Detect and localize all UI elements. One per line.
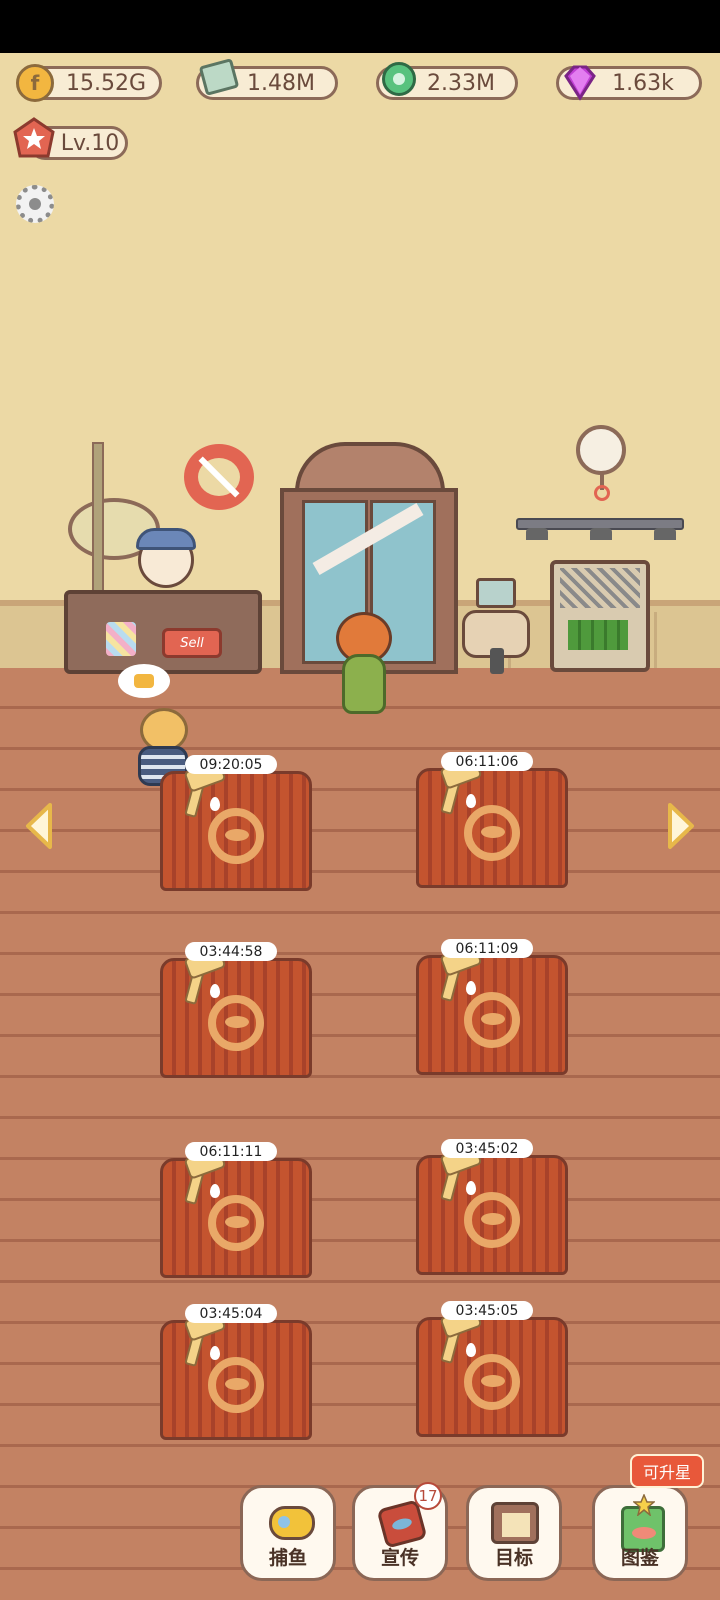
- fishing-button[interactable]: 捕鱼: [240, 1485, 336, 1581]
- stall-cloth: [416, 1317, 568, 1437]
- stall-timer: 06:11:09: [441, 939, 533, 958]
- stall-cloth: [416, 1155, 568, 1275]
- settings-gear-icon[interactable]: [16, 185, 54, 223]
- auction-stall-4[interactable]: 06:11:09: [408, 939, 578, 1089]
- fish-emblem-icon: [225, 1378, 249, 1390]
- auction-stall-7[interactable]: 03:45:04: [152, 1304, 322, 1454]
- fish-emblem-icon: [481, 1013, 505, 1025]
- stall-timer: 06:11:11: [185, 1142, 277, 1161]
- stall-timer: 09:20:05: [185, 755, 277, 774]
- stall-cloth: [416, 768, 568, 888]
- arrow-left-icon[interactable]: [24, 802, 54, 850]
- diamond-value: 1.63k: [612, 70, 674, 96]
- green-gem-value: 2.33M: [427, 70, 495, 96]
- fish-emblem-icon: [481, 1213, 505, 1225]
- stall-timer: 03:45:04: [185, 1304, 277, 1323]
- auction-stall-3[interactable]: 03:44:58: [152, 942, 322, 1092]
- goals-label: 目标: [494, 1547, 533, 1569]
- stall-timer: 03:44:58: [185, 942, 277, 961]
- sell-sign: Sell: [162, 628, 222, 658]
- encyclopedia-button[interactable]: 图鉴: [592, 1485, 688, 1581]
- stall-timer: 03:45:02: [441, 1139, 533, 1158]
- diamond-icon: [564, 65, 596, 101]
- auction-stall-2[interactable]: 06:11:06: [408, 752, 578, 902]
- arrow-right-icon[interactable]: [666, 802, 696, 850]
- status-bar: [0, 0, 720, 53]
- fish-emblem-icon: [225, 829, 249, 841]
- stall-cloth: [160, 1320, 312, 1440]
- green-gem-icon: [382, 62, 416, 96]
- wooden-floor: [0, 668, 720, 1600]
- auction-stall-6[interactable]: 03:45:02: [408, 1139, 578, 1289]
- stall-cloth: [416, 955, 568, 1075]
- promote-label: 宣传: [380, 1547, 419, 1569]
- star-icon: [633, 1494, 655, 1516]
- coin-icon: f: [16, 64, 54, 102]
- fishing-rod-decoration: [92, 442, 104, 596]
- stall-cloth: [160, 1158, 312, 1278]
- promote-badge: 17: [414, 1482, 442, 1510]
- tackle-rack: [550, 560, 650, 672]
- level-star-icon: [13, 117, 55, 158]
- sticky-notes: [106, 622, 136, 656]
- thumbs-up-bubble: [118, 664, 170, 698]
- fish-emblem-icon: [225, 1016, 249, 1028]
- owl-clock-icon: [576, 425, 626, 475]
- cash-value: 1.48M: [247, 70, 315, 96]
- auction-stall-1[interactable]: 09:20:05: [152, 755, 322, 905]
- thumbs-up-icon: [134, 674, 154, 688]
- clipboard-check-icon: [491, 1502, 539, 1544]
- robot-head: [476, 578, 516, 608]
- coin-value: 15.52G: [65, 70, 147, 96]
- level-value: Lv.10: [60, 130, 120, 156]
- fish-emblem-icon: [481, 1375, 505, 1387]
- submarine-icon: [269, 1506, 315, 1540]
- auction-stall-5[interactable]: 06:11:11: [152, 1142, 322, 1292]
- stall-cloth: [160, 771, 312, 891]
- stall-timer: 06:11:06: [441, 752, 533, 771]
- fish-emblem-icon: [481, 826, 505, 838]
- fishing-label: 捕鱼: [268, 1547, 307, 1569]
- fish-emblem-icon: [225, 1216, 249, 1228]
- stall-timer: 03:45:05: [441, 1301, 533, 1320]
- life-ring-icon: [184, 444, 254, 510]
- upgrade-star-tag: 可升星: [630, 1454, 704, 1488]
- auction-stall-8[interactable]: 03:45:05: [408, 1301, 578, 1451]
- door-arch: [295, 442, 445, 492]
- encyclopedia-label: 图鉴: [620, 1547, 659, 1569]
- goals-button[interactable]: 目标: [466, 1485, 562, 1581]
- stall-cloth: [160, 958, 312, 1078]
